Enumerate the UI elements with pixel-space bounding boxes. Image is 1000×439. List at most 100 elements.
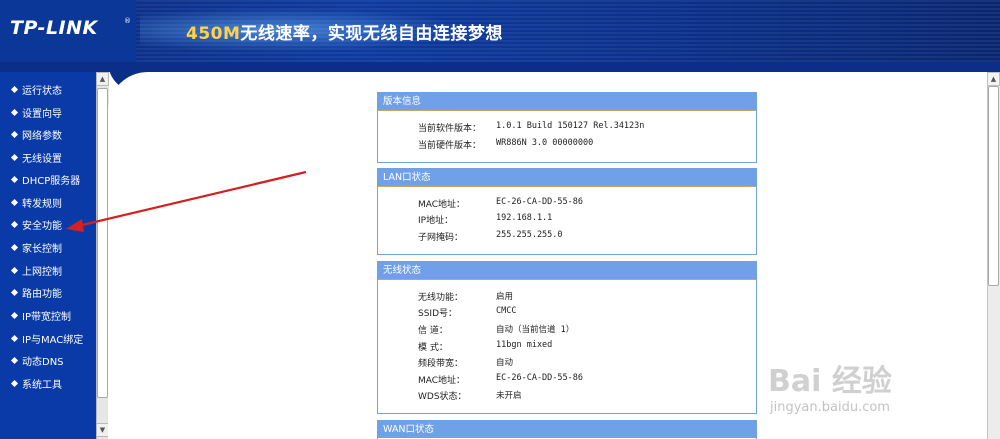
row-value: WR886N 3.0 00000000 xyxy=(496,138,594,148)
row-value: EC-26-CA-DD-55-86 xyxy=(496,197,583,207)
row-key: 当前硬件版本： xyxy=(418,141,482,151)
bullet-icon xyxy=(10,266,19,275)
sidebar-item-label: 路由功能 xyxy=(22,289,62,300)
page-scroll-thumb[interactable] xyxy=(988,86,999,286)
row-key: IP地址： xyxy=(418,216,454,226)
row-key: 当前软件版本： xyxy=(418,124,482,134)
bullet-icon xyxy=(10,108,19,117)
info-row: 模 式： 11bgn mixed xyxy=(378,340,758,356)
row-value: 192.168.1.1 xyxy=(496,213,553,223)
info-row: 信 道： 自动（当前信道 1） xyxy=(378,323,758,339)
info-row: 子网掩码： 255.255.255.0 xyxy=(378,230,758,246)
sidebar-item-system-tools[interactable]: 系统工具 xyxy=(10,376,62,392)
sidebar-item-forwarding[interactable]: 转发规则 xyxy=(10,195,62,211)
info-row: 无线功能： 启用 xyxy=(378,290,758,306)
sidebar-item-label: 网络参数 xyxy=(22,131,62,142)
row-key: 信 道： xyxy=(418,326,448,336)
row-key: 子网掩码： xyxy=(418,233,464,243)
panel-title: LAN口状态 xyxy=(378,169,756,186)
baidu-watermark-url: jingyan.baidu.com xyxy=(770,400,890,415)
router-admin-window: { "header": { "brand": "TP-LINK", "brand… xyxy=(0,0,1000,439)
sidebar-item-routing[interactable]: 路由功能 xyxy=(10,285,62,301)
row-key: MAC地址： xyxy=(418,200,466,210)
info-row: WDS状态： 未开启 xyxy=(378,389,758,405)
info-row: IP地址： 192.168.1.1 xyxy=(378,213,758,229)
row-value: CMCC xyxy=(496,306,517,316)
row-value: 自动 xyxy=(496,358,514,368)
info-row: MAC地址： EC-26-CA-DD-55-86 xyxy=(378,373,758,389)
sidebar-item-label: 无线设置 xyxy=(22,154,62,165)
sidebar-item-label: 上网控制 xyxy=(22,267,62,278)
sidebar-scroll-thumb[interactable] xyxy=(97,88,108,398)
bullet-icon xyxy=(10,175,19,184)
panel-wireless-status: 无线状态 无线功能： 启用 SSID号： CMCC 信 道： 自动（当前信道 1… xyxy=(377,261,757,414)
row-value: 自动（当前信道 1） xyxy=(496,325,575,335)
sidebar-item-label: 安全功能 xyxy=(22,221,62,232)
sidebar-item-wireless[interactable]: 无线设置 xyxy=(10,150,62,166)
row-key: 模 式： xyxy=(418,343,448,353)
panel-title: 版本信息 xyxy=(378,93,756,110)
sidebar-item-label: 动态DNS xyxy=(22,357,64,368)
sidebar-item-ddns[interactable]: 动态DNS xyxy=(10,353,64,369)
info-row: MAC地址： EC-26-CA-DD-55-86 xyxy=(378,197,758,213)
slogan-highlight: 450M xyxy=(186,24,241,44)
panel-body: 当前软件版本： 1.0.1 Build 150127 Rel.34123n 当前… xyxy=(378,110,756,162)
bullet-icon xyxy=(10,198,19,207)
panel-body: 无线功能： 启用 SSID号： CMCC 信 道： 自动（当前信道 1） 模 式… xyxy=(378,279,756,413)
sidebar-item-label: IP带宽控制 xyxy=(22,312,71,323)
panel-title: WAN口状态 xyxy=(378,421,756,438)
sidebar-item-bandwidth[interactable]: IP带宽控制 xyxy=(10,308,71,324)
row-key: SSID号： xyxy=(418,309,458,319)
info-row: 当前硬件版本： WR886N 3.0 00000000 xyxy=(378,138,758,154)
sidebar-item-parental-control[interactable]: 家长控制 xyxy=(10,240,62,256)
sidebar-item-status[interactable]: 运行状态 xyxy=(10,82,62,98)
row-key: 无线功能： xyxy=(418,293,464,303)
info-row: SSID号： CMCC xyxy=(378,306,758,322)
row-value: EC-26-CA-DD-55-86 xyxy=(496,373,583,383)
sidebar-item-label: 系统工具 xyxy=(22,380,62,391)
panel-lan-status: LAN口状态 MAC地址： EC-26-CA-DD-55-86 IP地址： 19… xyxy=(377,168,757,255)
panel-body: MAC地址： EC-26-CA-DD-55-86 IP地址： 192.168.1… xyxy=(378,186,756,254)
slogan-text: 无线速率，实现无线自由连接梦想 xyxy=(240,24,503,44)
bullet-icon xyxy=(10,356,19,365)
row-value: 未开启 xyxy=(496,391,522,401)
sidebar-item-dhcp[interactable]: DHCP服务器 xyxy=(10,172,81,188)
bullet-icon xyxy=(10,334,19,343)
bullet-icon xyxy=(10,311,19,320)
bullet-icon xyxy=(10,85,19,94)
bullet-icon xyxy=(10,153,19,162)
baidu-watermark: Bai 经验 xyxy=(768,364,892,399)
bullet-icon xyxy=(10,379,19,388)
bullet-icon xyxy=(10,130,19,139)
page-scroll-up-arrow-icon[interactable]: ▲ xyxy=(987,72,1000,86)
sidebar-item-label: 转发规则 xyxy=(22,199,62,210)
panel-title: 无线状态 xyxy=(378,262,756,279)
bullet-icon xyxy=(10,220,19,229)
sidebar-item-network[interactable]: 网络参数 xyxy=(10,127,62,143)
row-value: 255.255.255.0 xyxy=(496,230,563,240)
row-value: 11bgn mixed xyxy=(496,340,553,350)
sidebar-item-label: 设置向导 xyxy=(22,109,62,120)
panel-wan-status: WAN口状态 xyxy=(377,420,757,439)
sidebar-item-access-control[interactable]: 上网控制 xyxy=(10,263,62,279)
info-row: 频段带宽： 自动 xyxy=(378,356,758,372)
sidebar-item-label: IP与MAC绑定 xyxy=(22,335,84,346)
logo-box: TP-LINK ® xyxy=(0,0,136,62)
bullet-icon xyxy=(10,288,19,297)
bullet-icon xyxy=(10,243,19,252)
brand-registered-mark: ® xyxy=(124,17,131,25)
sidebar-item-setup-wizard[interactable]: 设置向导 xyxy=(10,105,62,121)
row-key: WDS状态： xyxy=(418,392,467,402)
sidebar-item-security[interactable]: 安全功能 xyxy=(10,217,62,233)
sidebar-item-label: DHCP服务器 xyxy=(22,176,81,187)
panel-version-info: 版本信息 当前软件版本： 1.0.1 Build 150127 Rel.3412… xyxy=(377,92,757,163)
header-banner: TP-LINK ® 450M无线速率，实现无线自由连接梦想 xyxy=(0,0,1000,62)
sidebar-item-ip-mac-binding[interactable]: IP与MAC绑定 xyxy=(10,331,84,347)
row-key: MAC地址： xyxy=(418,376,466,386)
row-key: 频段带宽： xyxy=(418,359,464,369)
row-value: 1.0.1 Build 150127 Rel.34123n xyxy=(496,121,645,131)
sidebar-item-label: 家长控制 xyxy=(22,244,62,255)
scroll-up-arrow-icon[interactable]: ▲ xyxy=(96,72,109,86)
info-row: 当前软件版本： 1.0.1 Build 150127 Rel.34123n xyxy=(378,121,758,137)
sidebar-item-label: 运行状态 xyxy=(22,86,62,97)
